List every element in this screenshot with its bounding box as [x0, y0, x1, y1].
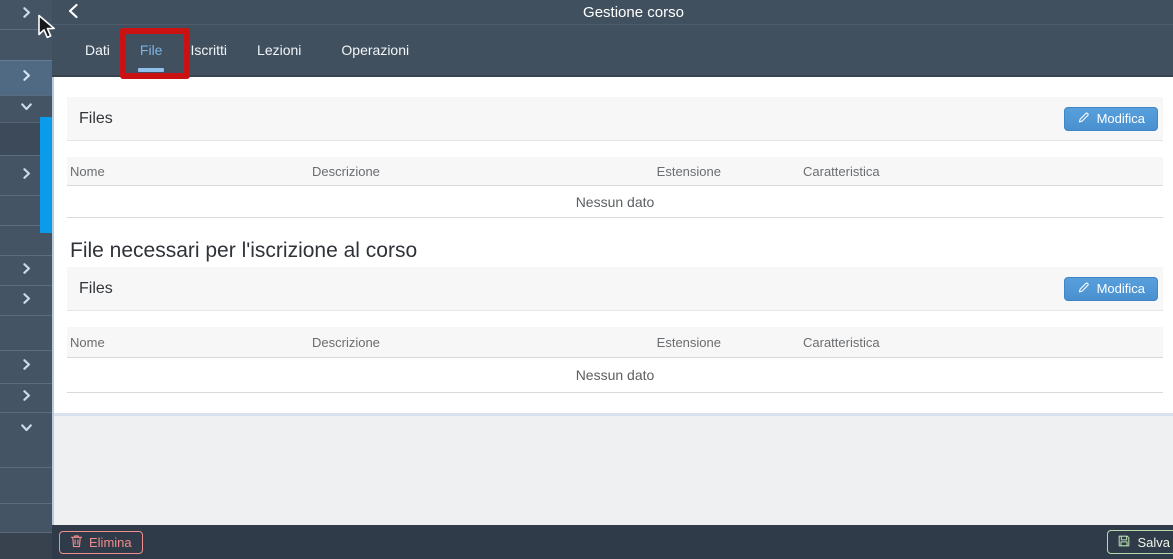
- sidebar-item[interactable]: [0, 29, 52, 60]
- chevron-right-icon: [19, 388, 34, 408]
- sidebar-item: [0, 532, 52, 559]
- files-panel-toolbar: Files Modifica: [67, 97, 1163, 141]
- salva-button[interactable]: Salva: [1107, 530, 1173, 554]
- tab-dati[interactable]: Dati: [85, 25, 110, 75]
- modifica-files-button[interactable]: Modifica: [1064, 107, 1158, 131]
- chevron-right-icon: [19, 166, 34, 186]
- chevron-right-icon: [19, 357, 34, 377]
- sidebar-item[interactable]: [0, 383, 52, 412]
- tab-strip: Dati File Iscritti Lezioni Operazioni: [52, 24, 1173, 77]
- column-header-descrizione: Descrizione: [312, 335, 647, 350]
- sidebar-item[interactable]: [0, 503, 52, 532]
- sidebar-item[interactable]: [0, 350, 52, 383]
- files-table: Nome Descrizione Estensione Caratteristi…: [67, 157, 1163, 218]
- sidebar-item-selected[interactable]: [0, 60, 52, 95]
- column-header-nome: Nome: [67, 164, 312, 179]
- save-floppy-icon: [1117, 534, 1131, 551]
- enrollment-files-table-header: Nome Descrizione Estensione Caratteristi…: [67, 327, 1163, 358]
- section-heading: File necessari per l'iscrizione al corso: [70, 239, 1163, 263]
- column-header-nome: Nome: [67, 335, 312, 350]
- chevron-right-icon: [19, 291, 34, 311]
- chevron-right-icon: [19, 261, 34, 281]
- page-header: Gestione corso: [52, 0, 1173, 24]
- column-header-descrizione: Descrizione: [312, 164, 647, 179]
- enrollment-files-panel-title: Files: [79, 280, 113, 298]
- files-panel-title: Files: [79, 110, 113, 128]
- back-button[interactable]: [62, 2, 84, 22]
- pencil-icon: [1077, 111, 1090, 127]
- enrollment-files-panel-toolbar: Files Modifica: [67, 267, 1163, 311]
- sidebar-item[interactable]: [0, 255, 52, 285]
- sidebar-item[interactable]: [0, 467, 52, 503]
- sidebar-item[interactable]: [0, 0, 52, 29]
- tab-lezioni[interactable]: Lezioni: [257, 25, 301, 75]
- tab-operazioni[interactable]: Operazioni: [341, 25, 409, 75]
- modifica-enrollment-files-button[interactable]: Modifica: [1064, 277, 1158, 301]
- chevron-right-icon: [19, 5, 34, 25]
- application-window: Gestione corso Dati File Iscritti Lezion…: [0, 0, 1173, 559]
- column-header-caratteristica: Caratteristica: [721, 335, 1163, 350]
- sidebar-item[interactable]: [0, 285, 52, 315]
- column-header-caratteristica: Caratteristica: [721, 164, 1163, 179]
- elimina-button[interactable]: Elimina: [59, 531, 143, 554]
- content-area: Files Modifica Nome Descrizione Estensio…: [52, 77, 1173, 413]
- main-area: Gestione corso Dati File Iscritti Lezion…: [52, 0, 1173, 559]
- left-nav-rail: [0, 0, 52, 559]
- chevron-down-icon: [19, 99, 34, 119]
- trash-icon: [70, 534, 83, 551]
- sidebar-item-expanded[interactable]: [0, 412, 52, 467]
- enrollment-files-table-empty-row: Nessun dato: [67, 358, 1163, 393]
- enrollment-files-table: Nome Descrizione Estensione Caratteristi…: [67, 327, 1163, 393]
- back-chevron-icon: [66, 3, 81, 22]
- footer-action-bar: Elimina Salva: [52, 525, 1173, 559]
- empty-background-area: [52, 416, 1173, 525]
- sidebar-item[interactable]: [0, 315, 52, 350]
- chevron-right-icon: [19, 68, 34, 88]
- files-table-empty-row: Nessun dato: [67, 186, 1163, 218]
- page-title: Gestione corso: [52, 4, 1173, 21]
- chevron-down-icon: [19, 420, 34, 440]
- column-header-estensione: Estensione: [647, 335, 721, 350]
- files-table-header: Nome Descrizione Estensione Caratteristi…: [67, 157, 1163, 186]
- pencil-icon: [1077, 281, 1090, 297]
- tab-file[interactable]: File: [140, 25, 163, 75]
- tab-iscritti[interactable]: Iscritti: [190, 25, 227, 75]
- column-header-estensione: Estensione: [647, 164, 721, 179]
